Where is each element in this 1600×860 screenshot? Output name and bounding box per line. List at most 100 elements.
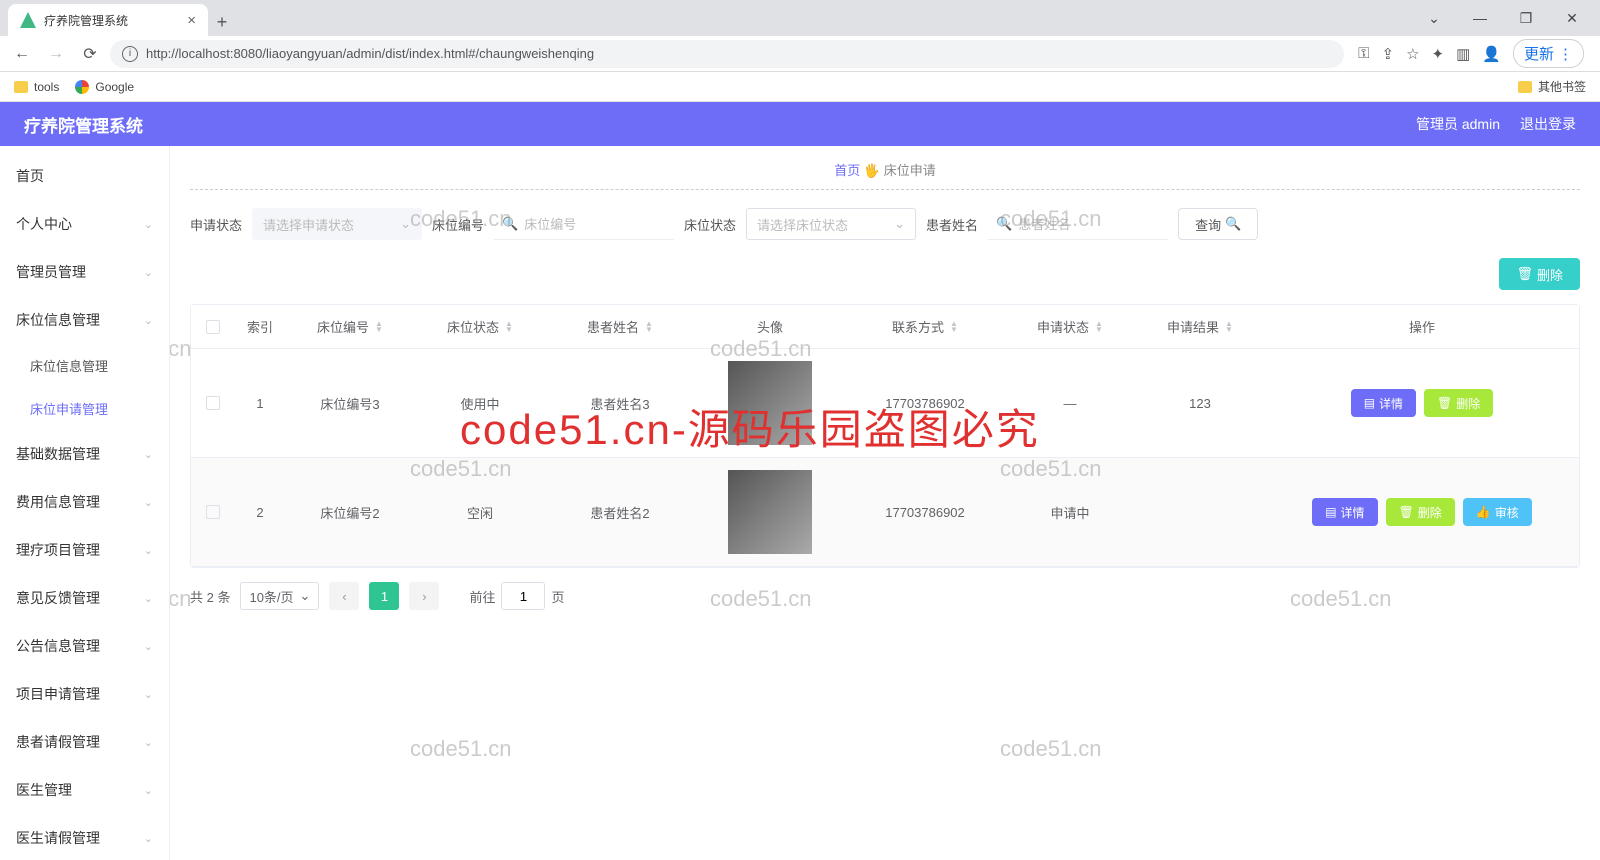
delete-button[interactable]: 🗑删除 <box>1386 498 1455 526</box>
query-button[interactable]: 查询🔍 <box>1178 208 1258 240</box>
key-icon[interactable]: ⚿ <box>1358 45 1369 62</box>
forward-button[interactable]: → <box>42 40 70 68</box>
chevron-down-icon: ⌄ <box>300 588 311 604</box>
chevron-down-icon: ⌄ <box>144 314 153 327</box>
new-tab-button[interactable]: + <box>208 8 236 36</box>
tab-close-icon[interactable]: × <box>187 12 196 29</box>
bookmark-other[interactable]: 其他书签 <box>1518 78 1586 95</box>
sidebar-item-notice[interactable]: 公告信息管理⌄ <box>0 622 169 670</box>
table-row: 2 床位编号2 空闲 患者姓名2 17703786902 申请中 ▤详情 🗑删除… <box>191 458 1579 567</box>
watermark: code51.cn <box>170 586 192 612</box>
page-1-button[interactable]: 1 <box>369 582 399 610</box>
next-page-button[interactable]: › <box>409 582 439 610</box>
bookmark-tools[interactable]: tools <box>14 80 59 94</box>
app-header: 疗养院管理系统 管理员 admin 退出登录 <box>0 102 1600 146</box>
user-label[interactable]: 管理员 admin <box>1416 114 1500 134</box>
watermark: code51.cn <box>1000 736 1102 762</box>
input-bed-no[interactable]: 🔍床位编号 <box>494 208 674 240</box>
sidebar-item-patient-leave[interactable]: 患者请假管理⌄ <box>0 718 169 766</box>
sort-icon: ▲▼ <box>1225 321 1233 333</box>
sidebar-item-project-apply[interactable]: 项目申请管理⌄ <box>0 670 169 718</box>
sidebar-sub-bed-apply[interactable]: 床位申请管理 <box>0 387 169 430</box>
window-controls: ⌄ — ❐ ✕ <box>1406 0 1600 36</box>
avatar <box>728 361 812 445</box>
select-apply-status[interactable]: 请选择申请状态⌄ <box>252 208 422 240</box>
select-bed-status[interactable]: 请选择床位状态⌄ <box>746 208 916 240</box>
address-input[interactable]: i http://localhost:8080/liaoyangyuan/adm… <box>110 40 1344 68</box>
col-apply-status[interactable]: 申请状态▲▼ <box>1005 305 1135 348</box>
watermark: code51.cn <box>410 736 512 762</box>
extensions-icon[interactable]: ✦ <box>1432 45 1445 63</box>
sort-icon: ▲▼ <box>505 321 513 333</box>
share-icon[interactable]: ⇪ <box>1382 45 1395 63</box>
sidebar-item-personal[interactable]: 个人中心⌄ <box>0 200 169 248</box>
panel-icon[interactable]: ▥ <box>1456 45 1470 63</box>
minimize-icon[interactable]: — <box>1462 10 1498 26</box>
sidebar-item-admin[interactable]: 管理员管理⌄ <box>0 248 169 296</box>
col-phone[interactable]: 联系方式▲▼ <box>845 305 1005 348</box>
page-jump-input[interactable] <box>501 582 545 610</box>
update-label: 更新 <box>1524 43 1554 64</box>
row-checkbox[interactable] <box>206 505 220 519</box>
row-checkbox[interactable] <box>206 396 220 410</box>
sidebar-item-basic[interactable]: 基础数据管理⌄ <box>0 430 169 478</box>
chevron-down-icon[interactable]: ⌄ <box>1416 10 1452 27</box>
cell-apply-result <box>1135 500 1265 524</box>
logout-link[interactable]: 退出登录 <box>1520 114 1576 134</box>
label-patient: 患者姓名 <box>926 215 978 234</box>
chevron-down-icon: ⌄ <box>144 448 153 461</box>
breadcrumb-sep-icon: 🖐 <box>864 163 880 178</box>
col-patient[interactable]: 患者姓名▲▼ <box>545 305 695 348</box>
search-icon: 🔍 <box>996 216 1012 232</box>
breadcrumb: 首页 🖐 床位申请 <box>190 160 1580 190</box>
update-button[interactable]: 更新 ⋮ <box>1513 39 1584 68</box>
chevron-down-icon: ⌄ <box>144 592 153 605</box>
sort-icon: ▲▼ <box>375 321 383 333</box>
sort-icon: ▲▼ <box>1095 321 1103 333</box>
bookmark-google[interactable]: Google <box>75 80 134 94</box>
detail-button[interactable]: ▤详情 <box>1312 498 1377 526</box>
main-content: 首页 🖐 床位申请 申请状态 请选择申请状态⌄ 床位编号 🔍床位编号 床位状态 … <box>170 146 1600 860</box>
pagination: 共 2 条 10条/页⌄ ‹ 1 › 前往 页 <box>190 568 1580 624</box>
star-icon[interactable]: ☆ <box>1406 45 1419 63</box>
detail-button[interactable]: ▤详情 <box>1351 389 1416 417</box>
sidebar-item-doctor[interactable]: 医生管理⌄ <box>0 766 169 814</box>
sidebar-item-feedback[interactable]: 意见反馈管理⌄ <box>0 574 169 622</box>
page-size-select[interactable]: 10条/页⌄ <box>240 582 319 610</box>
sidebar-item-doctor-leave[interactable]: 医生请假管理⌄ <box>0 814 169 860</box>
maximize-icon[interactable]: ❐ <box>1508 10 1544 27</box>
col-bed-no[interactable]: 床位编号▲▼ <box>285 305 415 348</box>
label-bed-status: 床位状态 <box>684 215 736 234</box>
back-button[interactable]: ← <box>8 40 36 68</box>
sidebar-sub-bed-info[interactable]: 床位信息管理 <box>0 344 169 387</box>
browser-tab[interactable]: 疗养院管理系统 × <box>8 4 208 36</box>
delete-button[interactable]: 🗑删除 <box>1424 389 1493 417</box>
sidebar-item-fee[interactable]: 费用信息管理⌄ <box>0 478 169 526</box>
close-window-icon[interactable]: ✕ <box>1554 10 1590 27</box>
sidebar-item-therapy[interactable]: 理疗项目管理⌄ <box>0 526 169 574</box>
cell-phone: 17703786902 <box>845 384 1005 423</box>
breadcrumb-home[interactable]: 首页 <box>834 163 860 178</box>
kebab-icon: ⋮ <box>1558 45 1573 63</box>
reload-button[interactable]: ⟳ <box>76 40 104 68</box>
sidebar-item-home[interactable]: 首页 <box>0 152 169 200</box>
input-patient[interactable]: 🔍患者姓名 <box>988 208 1168 240</box>
sidebar-item-bed[interactable]: 床位信息管理⌄ <box>0 296 169 344</box>
col-index: 索引 <box>235 305 285 348</box>
col-bed-status[interactable]: 床位状态▲▼ <box>415 305 545 348</box>
sort-icon: ▲▼ <box>950 321 958 333</box>
browser-chrome: 疗养院管理系统 × + ⌄ — ❐ ✕ ← → ⟳ i http://local… <box>0 0 1600 102</box>
profile-icon[interactable]: 👤 <box>1482 45 1501 63</box>
review-button[interactable]: 👍审核 <box>1463 498 1532 526</box>
doc-icon: ▤ <box>1364 396 1375 410</box>
checkbox-all[interactable] <box>206 320 220 334</box>
address-icons: ⚿ ⇪ ☆ ✦ ▥ 👤 更新 ⋮ <box>1350 39 1592 68</box>
chevron-down-icon: ⌄ <box>144 736 153 749</box>
prev-page-button[interactable]: ‹ <box>329 582 359 610</box>
folder-icon <box>1518 81 1532 93</box>
col-apply-result[interactable]: 申请结果▲▼ <box>1135 305 1265 348</box>
bulk-delete-button[interactable]: 🗑删除 <box>1499 258 1580 290</box>
site-info-icon[interactable]: i <box>122 46 138 62</box>
chevron-down-icon: ⌄ <box>894 216 905 232</box>
toolbar: 🗑删除 <box>190 258 1580 304</box>
